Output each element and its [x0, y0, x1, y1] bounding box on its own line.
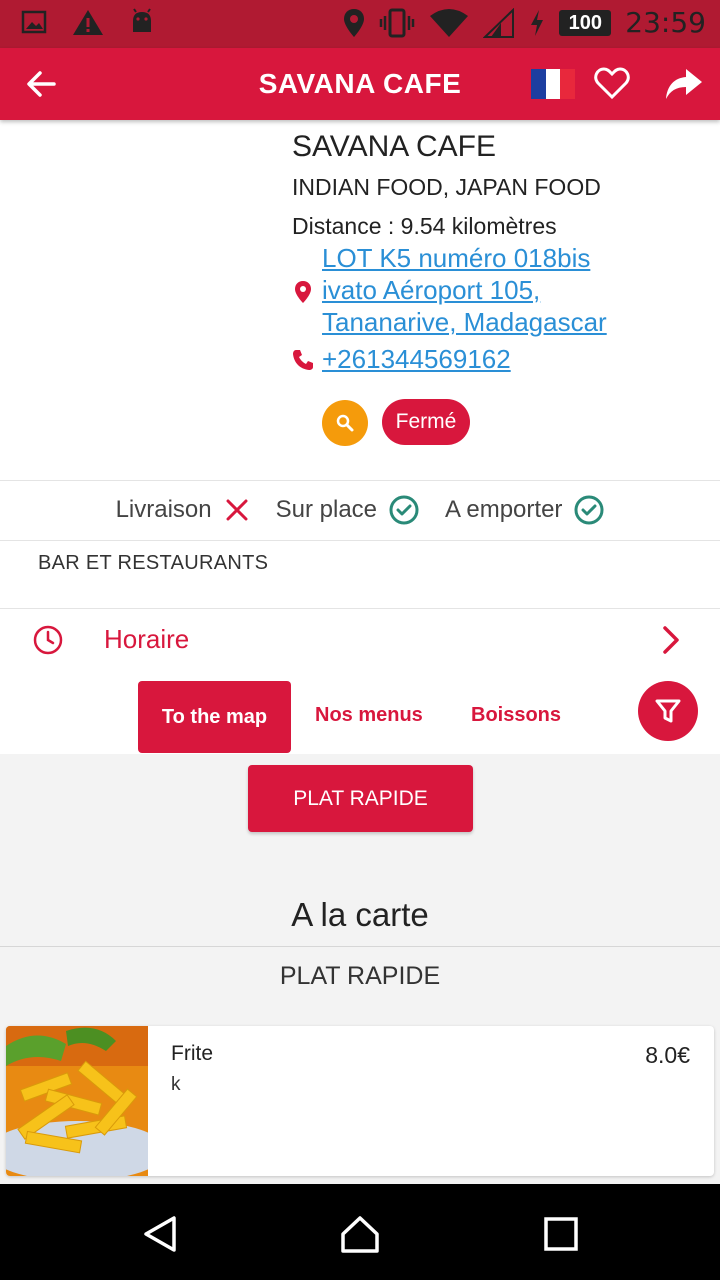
menu-content: PLAT RAPIDE A la carte PLAT RAPIDE Frite… — [0, 754, 720, 1184]
heart-icon[interactable] — [594, 66, 630, 100]
search-icon — [336, 414, 354, 432]
clock-time: 23:59 — [625, 6, 706, 39]
check-circle-icon — [574, 495, 604, 525]
service-dine-in: Sur place — [276, 495, 419, 525]
item-description: k — [171, 1074, 181, 1095]
status-bar: 100 23:59 — [0, 0, 720, 48]
signal-icon — [483, 7, 515, 38]
battery-level: 100 — [559, 9, 612, 36]
location-status-icon — [344, 8, 365, 37]
section-title: A la carte — [291, 896, 429, 933]
status-badge[interactable]: Fermé — [382, 399, 470, 445]
address-line-2: ivato Aéroport 105, — [322, 275, 541, 305]
service-options: Livraison Sur place A emporter — [0, 482, 720, 538]
restaurant-info: SAVANA CAFE INDIAN FOOD, JAPAN FOOD Dist… — [292, 128, 712, 240]
address-line-1: LOT K5 numéro 018bis — [322, 243, 591, 273]
nav-recents-icon[interactable] — [541, 1214, 581, 1254]
chevron-right-icon — [663, 626, 679, 654]
restaurant-distance: Distance : 9.54 kilomètres — [292, 213, 557, 239]
address-line-3: Tananarive, Madagascar — [322, 307, 607, 337]
hours-label: Horaire — [104, 624, 190, 654]
nav-home-icon[interactable] — [340, 1214, 380, 1254]
warning-icon — [73, 10, 103, 35]
divider — [0, 946, 720, 947]
menu-item-card[interactable]: Frite k 8.0€ — [6, 1026, 714, 1176]
tab-map[interactable]: To the map — [138, 681, 291, 753]
service-label: A emporter — [445, 496, 563, 523]
food-image — [6, 1026, 148, 1176]
restaurant-address-link[interactable]: LOT K5 numéro 018bis ivato Aéroport 105,… — [322, 242, 702, 338]
service-takeaway: A emporter — [445, 495, 604, 525]
divider — [0, 480, 720, 481]
filter-icon — [655, 699, 681, 723]
service-label: Sur place — [275, 496, 378, 523]
vibrate-icon — [380, 8, 415, 37]
menu-tabs: To the map Nos menus Boissons — [0, 680, 720, 754]
item-price: 8.0€ — [645, 1042, 690, 1068]
tab-drinks[interactable]: Boissons — [471, 704, 561, 727]
hours-row[interactable]: Horaire — [0, 610, 720, 672]
france-flag-icon[interactable] — [531, 69, 576, 99]
category-filter-button[interactable]: PLAT RAPIDE — [248, 765, 473, 832]
image-notification-icon — [21, 10, 47, 34]
restaurant-cuisine: INDIAN FOOD, JAPAN FOOD — [292, 174, 601, 200]
tab-menus[interactable]: Nos menus — [315, 704, 423, 727]
wifi-icon — [430, 8, 469, 37]
restaurant-name: SAVANA CAFE — [292, 130, 496, 163]
item-name: Frite — [171, 1042, 213, 1065]
phone-number-link[interactable]: +261344569162 — [322, 344, 511, 375]
share-icon[interactable] — [664, 66, 704, 102]
divider — [0, 540, 720, 541]
service-label: Livraison — [115, 496, 212, 523]
charging-icon — [531, 9, 544, 36]
location-pin-icon — [295, 281, 311, 303]
check-circle-icon — [389, 495, 419, 525]
nav-back-icon[interactable] — [140, 1214, 180, 1254]
filter-button[interactable] — [638, 681, 698, 741]
service-delivery: Livraison — [116, 496, 250, 524]
divider — [0, 608, 720, 609]
search-button[interactable] — [322, 400, 368, 446]
restaurant-category: BAR ET RESTAURANTS — [38, 552, 269, 574]
close-x-icon — [226, 499, 248, 521]
android-icon — [133, 8, 151, 32]
clock-icon — [33, 625, 63, 655]
section-subtitle: PLAT RAPIDE — [279, 962, 441, 990]
navigation-bar — [0, 1184, 720, 1280]
phone-icon — [293, 350, 313, 370]
